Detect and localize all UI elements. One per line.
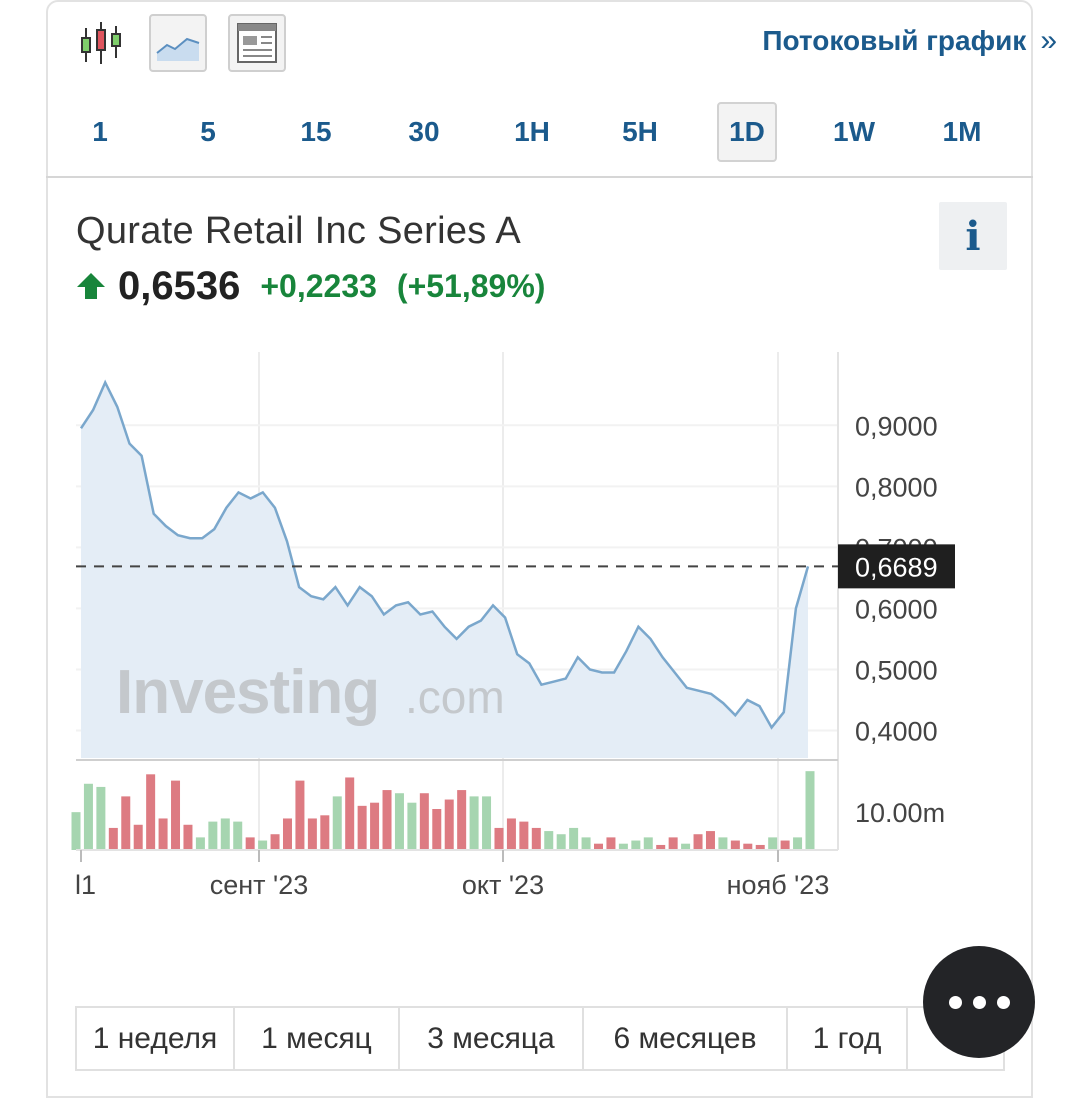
volume-bar <box>220 818 230 850</box>
volume-bar <box>569 827 579 850</box>
price-axis-tick: 0,9000 <box>855 411 938 441</box>
volume-bar <box>768 837 778 850</box>
more-horizontal-icon <box>996 995 1010 1009</box>
range-button[interactable]: 1 месяц <box>235 1008 400 1069</box>
volume-bar <box>133 824 143 850</box>
volume-bar <box>146 774 156 850</box>
volume-bar <box>793 837 803 850</box>
volume-bar <box>631 840 641 850</box>
time-axis-tick: нояб '23 <box>727 870 830 900</box>
more-horizontal-icon <box>972 995 986 1009</box>
price-axis-tick: 0,6000 <box>855 594 938 624</box>
volume-bar <box>171 780 181 850</box>
time-axis-tick: l1 <box>75 870 96 900</box>
volume-bar <box>282 818 292 850</box>
volume-bar <box>444 799 454 850</box>
volume-bar <box>407 802 417 850</box>
volume-bar <box>693 834 703 850</box>
volume-bar <box>730 840 740 850</box>
volume-bar <box>606 837 616 850</box>
more-options-button[interactable] <box>923 946 1035 1058</box>
volume-bar <box>258 840 268 850</box>
range-button[interactable]: 6 месяцев <box>584 1008 788 1069</box>
volume-bar <box>805 771 815 850</box>
volume-bar <box>295 780 305 850</box>
volume-bar <box>382 790 392 850</box>
volume-bar <box>195 837 205 850</box>
volume-bar <box>158 818 168 850</box>
volume-bar <box>544 831 554 850</box>
volume-bar <box>419 793 429 850</box>
volume-bar <box>506 818 516 850</box>
range-selector: 1 неделя1 месяц3 месяца6 месяцев1 год5 <box>75 1006 1005 1071</box>
last-value-label: 0,6689 <box>855 552 938 582</box>
volume-bar <box>233 821 243 850</box>
volume-bar <box>482 796 492 850</box>
volume-bar <box>780 840 790 850</box>
volume-bar <box>121 796 131 850</box>
volume-axis-label: 10.00m <box>855 798 945 828</box>
volume-bar <box>270 834 280 850</box>
more-horizontal-icon <box>948 995 962 1009</box>
volume-bar <box>183 824 193 850</box>
time-axis-tick: сент '23 <box>210 870 308 900</box>
volume-bar <box>83 783 93 850</box>
volume-bar <box>357 805 367 850</box>
volume-bar <box>718 837 728 850</box>
watermark-suffix: .com <box>405 671 505 723</box>
range-button[interactable]: 3 месяца <box>400 1008 584 1069</box>
volume-bar <box>307 818 317 850</box>
volume-bar <box>705 831 715 850</box>
volume-bar <box>643 837 653 850</box>
volume-bar <box>71 812 81 850</box>
range-button[interactable]: 1 неделя <box>77 1008 235 1069</box>
time-axis-tick: окт '23 <box>462 870 544 900</box>
volume-bar <box>556 834 566 850</box>
volume-bar <box>519 821 529 850</box>
volume-bar <box>332 796 342 850</box>
volume-bar <box>432 809 442 850</box>
price-axis-tick: 0,5000 <box>855 655 938 685</box>
volume-bar <box>457 790 467 850</box>
volume-bar <box>581 837 591 850</box>
price-chart[interactable]: Investing.com0,90000,80000,70000,60000,5… <box>0 0 1079 1000</box>
volume-bar <box>320 815 330 850</box>
volume-bar <box>370 802 380 850</box>
price-axis-tick: 0,4000 <box>855 717 938 747</box>
range-button[interactable]: 1 год <box>788 1008 908 1069</box>
price-axis-tick: 0,8000 <box>855 472 938 502</box>
volume-bar <box>245 837 255 850</box>
volume-bar <box>108 827 118 850</box>
volume-bar <box>208 821 218 850</box>
volume-bar <box>531 827 541 850</box>
watermark-logo: Investing <box>116 658 379 727</box>
volume-bar <box>494 827 504 850</box>
volume-bar <box>469 796 479 850</box>
volume-bar <box>668 837 678 850</box>
volume-bar <box>345 777 355 850</box>
volume-bar <box>96 786 106 850</box>
volume-bar <box>394 793 404 850</box>
